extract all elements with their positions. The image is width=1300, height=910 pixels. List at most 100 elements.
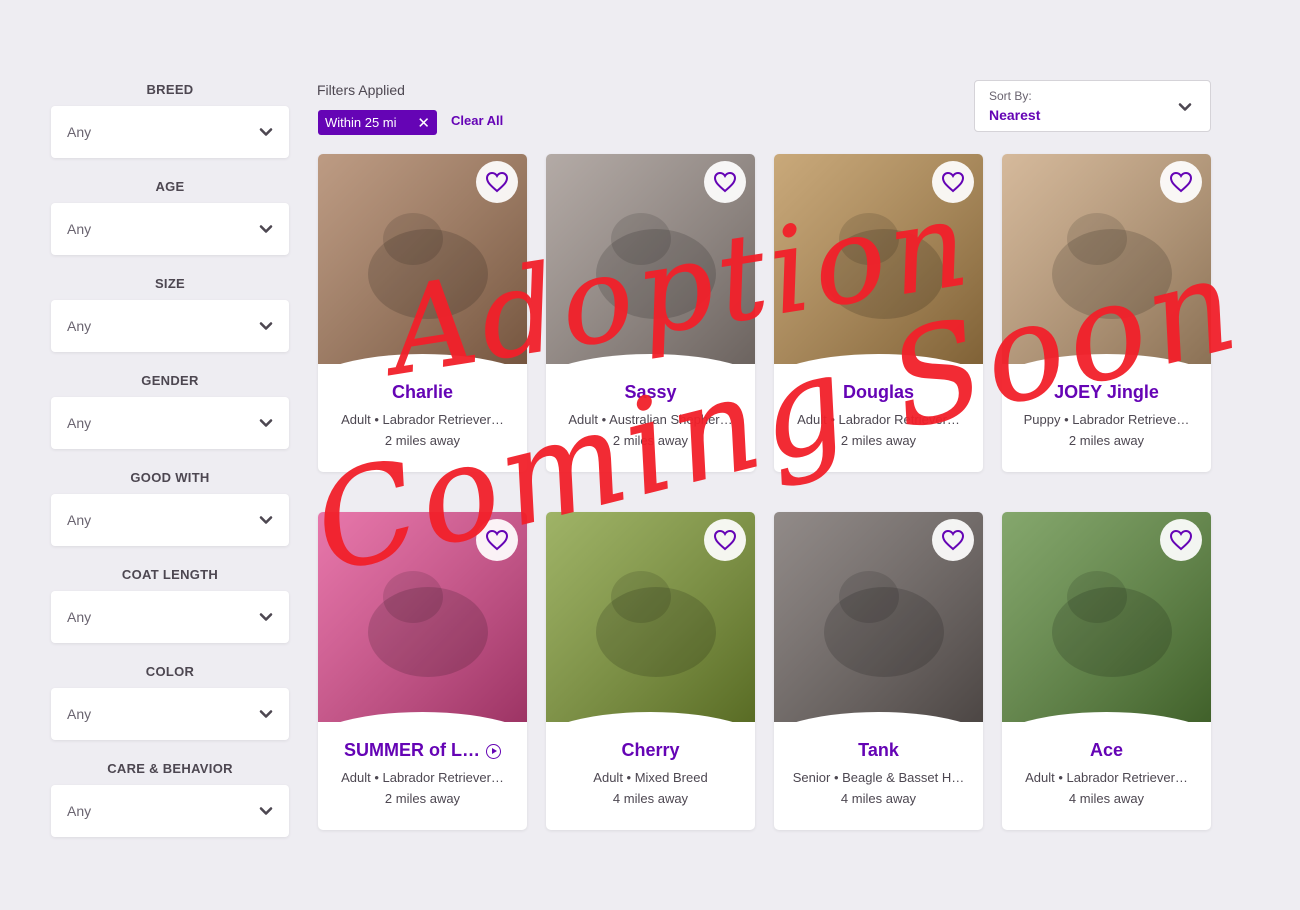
filter-label-age: AGE xyxy=(155,179,185,194)
filter-select-size[interactable]: Any xyxy=(51,300,289,352)
favorite-button[interactable] xyxy=(704,161,746,203)
pet-breed: Beagle & Basset H… xyxy=(842,770,965,785)
heart-outline-icon xyxy=(941,171,965,193)
pet-card[interactable]: Ace Adult • Labrador Retriever… 4 miles aw… xyxy=(1002,512,1211,830)
pet-breed: Labrador Retriever… xyxy=(382,412,504,427)
filter-select-care-behavior[interactable]: Any xyxy=(51,785,289,837)
filter-value: Any xyxy=(67,609,92,625)
pet-meta: Adult • Labrador Retriever… xyxy=(1002,770,1211,785)
favorite-button[interactable] xyxy=(476,161,518,203)
pet-card[interactable]: JOEY Jingle Puppy • Labrador Retrieve… 2 m… xyxy=(1002,154,1211,472)
filter-chip-label: Within 25 mi xyxy=(325,115,397,130)
favorite-button[interactable] xyxy=(1160,161,1202,203)
heart-outline-icon xyxy=(941,529,965,551)
filter-value: Any xyxy=(67,318,92,334)
pet-name[interactable]: Tank xyxy=(774,740,983,761)
pet-card[interactable]: Cherry Adult • Mixed Breed 4 miles away xyxy=(546,512,755,830)
pet-name[interactable]: Cherry xyxy=(546,740,755,761)
pet-name-text: JOEY Jingle xyxy=(1054,382,1159,402)
clear-all-link[interactable]: Clear All xyxy=(451,113,503,128)
pet-name[interactable]: JOEY Jingle xyxy=(1002,382,1211,403)
favorite-button[interactable] xyxy=(932,161,974,203)
pet-age: Adult xyxy=(341,412,371,427)
pet-meta: Puppy • Labrador Retrieve… xyxy=(1002,412,1211,427)
heart-outline-icon xyxy=(485,529,509,551)
pet-breed: Labrador Retrieve… xyxy=(1072,412,1190,427)
heart-outline-icon xyxy=(713,529,737,551)
filter-label-breed: BREED xyxy=(146,82,194,97)
heart-outline-icon xyxy=(1169,529,1193,551)
filter-select-good-with[interactable]: Any xyxy=(51,494,289,546)
pet-breed: Labrador Retriever… xyxy=(838,412,960,427)
pet-age: Adult xyxy=(341,770,371,785)
pet-age: Adult xyxy=(568,412,598,427)
filter-label-good-with: GOOD WITH xyxy=(130,470,210,485)
pet-distance: 4 miles away xyxy=(612,791,689,806)
pet-results-grid: Charlie Adult • Labrador Retriever… 2 mile… xyxy=(318,154,1212,834)
filter-label-size: SIZE xyxy=(154,276,186,291)
favorite-button[interactable] xyxy=(476,519,518,561)
pet-name[interactable]: Ace xyxy=(1002,740,1211,761)
separator-dot: • xyxy=(826,412,839,427)
pet-age: Senior xyxy=(792,770,831,785)
pet-breed: Labrador Retriever… xyxy=(1066,770,1188,785)
pet-breed: Mixed Breed xyxy=(634,770,708,785)
sort-by-value: Nearest xyxy=(989,107,1041,123)
filter-select-breed[interactable]: Any xyxy=(51,106,289,158)
pet-age: Adult xyxy=(797,412,827,427)
pet-name-text: SUMMER of L… xyxy=(344,740,480,760)
favorite-button[interactable] xyxy=(1160,519,1202,561)
chevron-down-icon xyxy=(259,710,273,718)
filter-group-breed: BREED Any xyxy=(51,80,289,177)
pet-name[interactable]: Charlie xyxy=(318,382,527,403)
pet-distance: 2 miles away xyxy=(612,433,689,448)
pet-meta: Adult • Mixed Breed xyxy=(546,770,755,785)
pet-name-text: Charlie xyxy=(391,382,454,402)
pet-meta: Adult • Labrador Retriever… xyxy=(318,770,527,785)
pet-meta: Adult • Australian Shepher… xyxy=(546,412,755,427)
filter-group-gender: GENDER Any xyxy=(51,371,289,468)
pet-name-text: Douglas xyxy=(842,382,914,402)
play-circle-icon xyxy=(485,743,501,759)
filter-sidebar: BREED Any AGE Any SIZE Any GENDER Any GOOD WITH A… xyxy=(51,80,289,856)
pet-name[interactable]: Douglas xyxy=(774,382,983,403)
heart-outline-icon xyxy=(1169,171,1193,193)
pet-name-text: Cherry xyxy=(621,740,680,760)
pet-meta: Senior • Beagle & Basset H… xyxy=(774,770,983,785)
pet-distance: 2 miles away xyxy=(1068,433,1145,448)
favorite-button[interactable] xyxy=(932,519,974,561)
pet-meta: Adult • Labrador Retriever… xyxy=(318,412,527,427)
pet-card[interactable]: Sassy Adult • Australian Shepher… 2 miles … xyxy=(546,154,755,472)
pet-distance: 2 miles away xyxy=(840,433,917,448)
filter-label-color: COLOR xyxy=(145,664,195,679)
filter-value: Any xyxy=(67,512,92,528)
filter-chip-distance[interactable]: Within 25 mi ✕ xyxy=(318,110,437,135)
chevron-down-icon xyxy=(259,322,273,330)
filter-group-coat-length: COAT LENGTH Any xyxy=(51,565,289,662)
filter-select-color[interactable]: Any xyxy=(51,688,289,740)
filter-value: Any xyxy=(67,706,92,722)
chevron-down-icon xyxy=(259,128,273,136)
pet-card[interactable]: Douglas Adult • Labrador Retriever… 2 mile… xyxy=(774,154,983,472)
chevron-down-icon xyxy=(1178,103,1192,111)
sort-by-label: Sort By: xyxy=(989,89,1032,103)
chevron-down-icon xyxy=(259,516,273,524)
pet-name-text: Tank xyxy=(858,740,899,760)
pet-card[interactable]: Charlie Adult • Labrador Retriever… 2 mile… xyxy=(318,154,527,472)
separator-dot: • xyxy=(622,770,635,785)
pet-name[interactable]: Sassy xyxy=(546,382,755,403)
pet-name-text: Ace xyxy=(1089,740,1124,760)
filter-select-gender[interactable]: Any xyxy=(51,397,289,449)
filter-label-care-behavior: CARE & BEHAVIOR xyxy=(107,761,233,776)
separator-dot: • xyxy=(598,412,610,427)
pet-card[interactable]: SUMMER of L… Adult • Labrador Retriever… 2… xyxy=(318,512,527,830)
pet-name[interactable]: SUMMER of L… xyxy=(318,740,527,761)
sort-by-select[interactable]: Sort By: Nearest xyxy=(974,80,1211,132)
filter-select-age[interactable]: Any xyxy=(51,203,289,255)
pet-name-text: Sassy xyxy=(624,382,677,402)
pet-card[interactable]: Tank Senior • Beagle & Basset H… 4 miles a… xyxy=(774,512,983,830)
filter-select-coat-length[interactable]: Any xyxy=(51,591,289,643)
filter-value: Any xyxy=(67,415,92,431)
favorite-button[interactable] xyxy=(704,519,746,561)
close-icon[interactable]: ✕ xyxy=(417,114,430,132)
